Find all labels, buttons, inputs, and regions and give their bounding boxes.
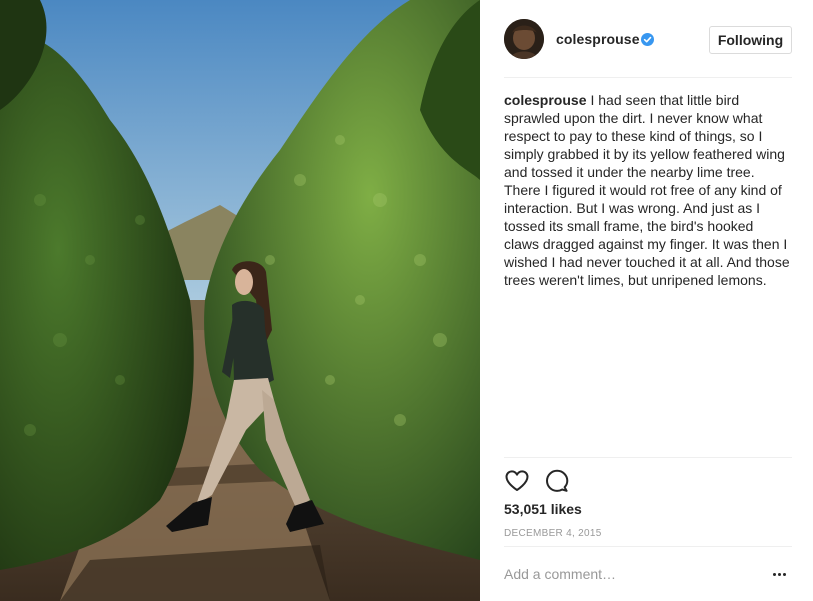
caption-username-link[interactable]: colesprouse	[504, 92, 586, 108]
username-link[interactable]: colesprouse	[556, 31, 640, 47]
post-actions	[504, 468, 604, 494]
verified-badge-icon	[641, 33, 654, 46]
actions-divider	[504, 457, 792, 458]
caption-text: I had seen that little bird sprawled upo…	[504, 92, 790, 288]
comment-divider	[504, 546, 792, 547]
avatar[interactable]	[504, 19, 544, 59]
post-date[interactable]: DECEMBER 4, 2015	[504, 528, 602, 539]
comment-bubble-icon[interactable]	[544, 468, 570, 494]
more-options-icon[interactable]	[773, 568, 789, 580]
post-caption: colesprouse I had seen that little bird s…	[504, 91, 792, 289]
following-button[interactable]: Following	[709, 26, 792, 54]
heart-icon[interactable]	[504, 468, 530, 494]
avatar-image	[504, 19, 544, 59]
comment-input[interactable]	[504, 562, 754, 586]
post-photo[interactable]	[0, 0, 480, 601]
orchard-photo-image	[0, 0, 480, 601]
likes-count[interactable]: 53,051 likes	[504, 501, 582, 517]
more-dot	[783, 572, 786, 576]
more-dot	[778, 572, 781, 576]
post-header: colesprouse Following	[504, 19, 792, 61]
header-divider	[504, 77, 792, 78]
post-details-panel: colesprouse Following colesprouse I had s…	[480, 0, 813, 601]
more-dot	[773, 572, 776, 576]
